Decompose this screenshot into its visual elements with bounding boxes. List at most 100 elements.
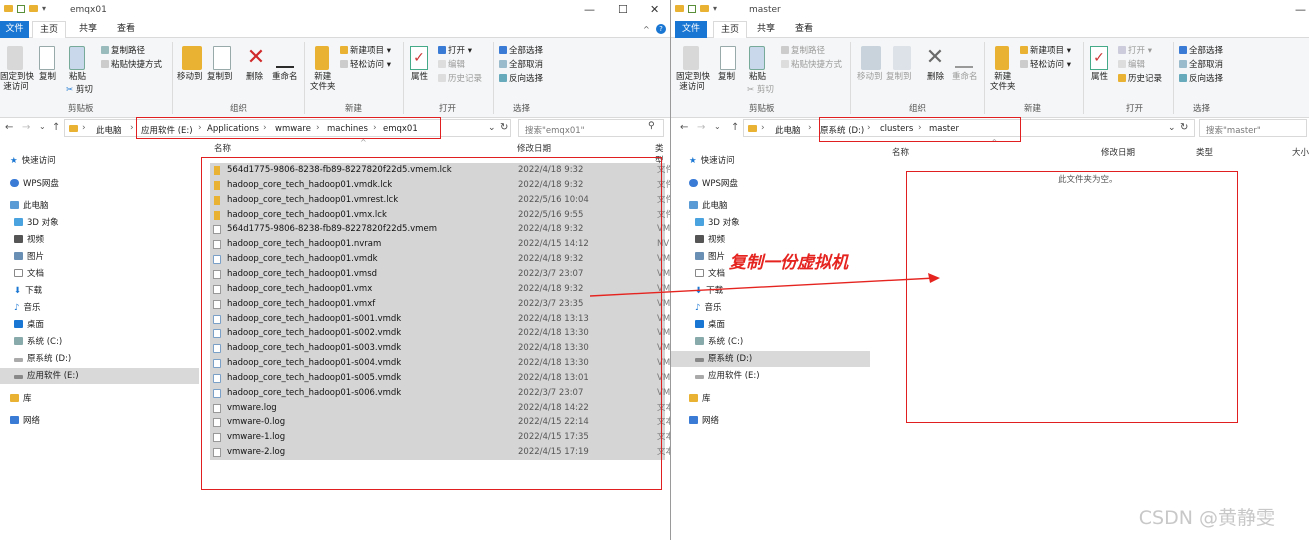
copy-button[interactable]: 复制 — [718, 72, 735, 82]
nav-videos[interactable]: 视频 — [0, 232, 199, 248]
history-button[interactable]: 历史记录 — [1118, 74, 1162, 84]
copy-path-button[interactable]: 复制路径 — [781, 46, 825, 56]
copy-button[interactable]: 复制 — [39, 72, 56, 82]
nav-wps-drive[interactable]: WPS网盘 — [0, 176, 199, 192]
tab-share[interactable]: 共享 — [749, 21, 783, 38]
easy-access-button[interactable]: 轻松访问 ▾ — [340, 60, 391, 70]
open-button[interactable]: 打开 ▾ — [1118, 46, 1152, 56]
copy-icon[interactable] — [720, 46, 736, 70]
minimize-icon[interactable]: — — [1295, 3, 1306, 16]
paste-shortcut-button[interactable]: 粘贴快捷方式 — [781, 60, 842, 70]
nav-3d-objects[interactable]: 3D 对象 — [671, 215, 870, 231]
nav-desktop[interactable]: 桌面 — [0, 317, 199, 333]
tab-file[interactable]: 文件 — [0, 21, 29, 38]
close-icon[interactable]: ✕ — [650, 3, 659, 16]
nav-libraries[interactable]: 库 — [0, 391, 199, 407]
cut-button[interactable]: ✂ 剪切 — [747, 85, 774, 95]
forward-icon[interactable]: → — [22, 122, 30, 133]
new-folder-icon[interactable] — [995, 46, 1009, 70]
recent-locations-icon[interactable]: ⌄ — [714, 122, 721, 131]
select-all-button[interactable]: 全部选择 — [499, 46, 543, 56]
nav-drive-e[interactable]: 应用软件 (E:) — [671, 368, 870, 384]
column-header-name[interactable]: 名称 — [214, 142, 231, 154]
copy-path-button[interactable]: 复制路径 — [101, 46, 145, 56]
nav-network[interactable]: 网络 — [0, 413, 199, 429]
tab-home[interactable]: 主页 — [32, 21, 66, 39]
breadcrumb-this-pc[interactable]: 此电脑 — [775, 124, 801, 136]
nav-quick-access[interactable]: ★ 快速访问 — [671, 153, 870, 169]
column-header-name[interactable]: 名称 — [892, 146, 909, 158]
nav-drive-c[interactable]: 系统 (C:) — [0, 334, 199, 350]
nav-drive-d[interactable]: 原系统 (D:) — [0, 351, 199, 367]
pin-icon[interactable] — [683, 46, 699, 70]
paste-icon[interactable] — [69, 46, 85, 70]
nav-documents[interactable]: 文档 — [0, 266, 199, 282]
up-icon[interactable]: ↑ — [731, 122, 739, 133]
delete-button[interactable]: 删除 — [246, 72, 263, 82]
nav-drive-e[interactable]: 应用软件 (E:) — [0, 368, 199, 384]
move-to-button[interactable]: 移动到 — [857, 72, 883, 82]
select-none-button[interactable]: 全部取消 — [499, 60, 543, 70]
minimize-icon[interactable]: — — [584, 3, 595, 16]
paste-icon[interactable] — [749, 46, 765, 70]
tab-file[interactable]: 文件 — [675, 21, 707, 38]
nav-videos[interactable]: 视频 — [671, 232, 870, 248]
copy-to-icon[interactable] — [893, 46, 911, 70]
properties-icon[interactable]: ✓ — [410, 46, 428, 70]
properties-button[interactable]: 属性 — [1091, 72, 1108, 82]
nav-quick-access[interactable]: ★ 快速访问 — [0, 153, 199, 169]
rename-icon[interactable] — [955, 50, 973, 68]
edit-button[interactable]: 编辑 — [438, 60, 465, 70]
nav-wps-drive[interactable]: WPS网盘 — [671, 176, 870, 192]
nav-drive-c[interactable]: 系统 (C:) — [671, 334, 870, 350]
delete-icon[interactable]: ✕ — [245, 46, 267, 70]
pin-quick-access-button[interactable]: 固定到快 速访问 — [0, 72, 34, 92]
column-header-date[interactable]: 修改日期 — [517, 142, 551, 154]
invert-selection-button[interactable]: 反向选择 — [1179, 74, 1223, 84]
collapse-ribbon-icon[interactable]: ^ — [643, 25, 650, 34]
nav-this-pc[interactable]: 此电脑 — [0, 198, 199, 214]
search-input[interactable]: 搜索"emqx01" — [518, 119, 664, 137]
new-folder-button[interactable]: 新建 文件夹 — [310, 72, 336, 92]
search-input[interactable]: 搜索"master" — [1199, 119, 1307, 137]
breadcrumb-this-pc[interactable]: 此电脑 — [96, 124, 122, 136]
refresh-icon[interactable]: ↻ — [1180, 122, 1188, 133]
new-folder-quick-icon[interactable] — [700, 5, 709, 12]
move-to-icon[interactable] — [182, 46, 202, 70]
delete-button[interactable]: 删除 — [927, 72, 944, 82]
customize-toolbar-icon[interactable]: ▾ — [713, 4, 717, 13]
copy-to-button[interactable]: 复制到 — [207, 72, 233, 82]
open-button[interactable]: 打开 ▾ — [438, 46, 472, 56]
column-header-type[interactable]: 类型 — [1196, 146, 1213, 158]
copy-to-icon[interactable] — [213, 46, 231, 70]
move-to-button[interactable]: 移动到 — [177, 72, 203, 82]
nav-this-pc[interactable]: 此电脑 — [671, 198, 870, 214]
nav-desktop[interactable]: 桌面 — [671, 317, 870, 333]
cut-button[interactable]: ✂ 剪切 — [66, 85, 93, 95]
delete-icon[interactable]: ✕ — [924, 46, 946, 70]
paste-button[interactable]: 粘贴 — [749, 72, 766, 82]
history-button[interactable]: 历史记录 — [438, 74, 482, 84]
copy-to-button[interactable]: 复制到 — [886, 72, 912, 82]
nav-3d-objects[interactable]: 3D 对象 — [0, 215, 199, 231]
properties-button[interactable]: 属性 — [411, 72, 428, 82]
search-icon[interactable]: ⚲ — [648, 121, 655, 131]
nav-downloads[interactable]: ⬇下载 — [0, 283, 199, 299]
move-to-icon[interactable] — [861, 46, 881, 70]
tab-home[interactable]: 主页 — [713, 21, 747, 39]
nav-network[interactable]: 网络 — [671, 413, 870, 429]
help-icon[interactable]: ? — [656, 24, 666, 34]
rename-icon[interactable] — [276, 50, 294, 68]
pin-quick-access-button[interactable]: 固定到快 速访问 — [676, 72, 710, 92]
properties-quick-icon[interactable] — [17, 4, 25, 13]
rename-button[interactable]: 重命名 — [952, 72, 978, 82]
properties-icon[interactable]: ✓ — [1090, 46, 1108, 70]
select-none-button[interactable]: 全部取消 — [1179, 60, 1223, 70]
back-icon[interactable]: ← — [5, 122, 13, 133]
new-item-button[interactable]: 新建项目 ▾ — [1020, 46, 1071, 56]
properties-quick-icon[interactable] — [688, 4, 696, 13]
address-dropdown-icon[interactable]: ⌄ — [488, 123, 496, 133]
rename-button[interactable]: 重命名 — [272, 72, 298, 82]
tab-view[interactable]: 查看 — [787, 21, 821, 38]
new-item-button[interactable]: 新建项目 ▾ — [340, 46, 391, 56]
